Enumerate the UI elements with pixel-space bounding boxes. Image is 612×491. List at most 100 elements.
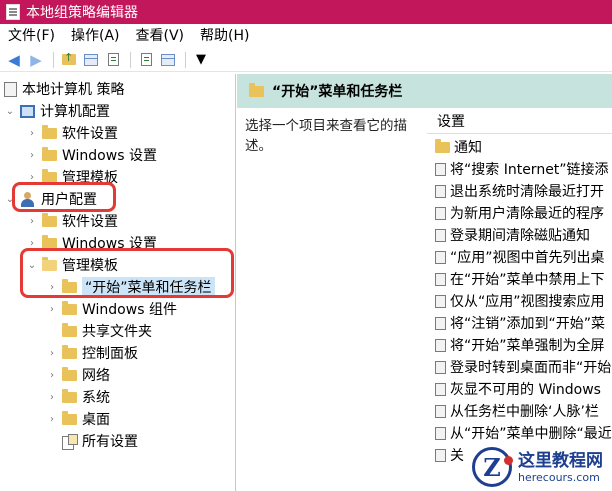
policy-setting-icon [435,382,446,396]
chevron-right-icon[interactable]: › [26,238,38,249]
tree-item-cc-software[interactable]: › 软件设置 [26,122,118,144]
title-bar: 本地组策略编辑器 [0,0,612,24]
policy-setting-icon [435,338,446,352]
tree-item-local-policy[interactable]: 本地计算机 策略 [4,78,124,100]
list-item[interactable]: 从任务栏中删除‘人脉’栏 [435,400,599,422]
chevron-right-icon[interactable]: › [46,370,58,381]
list-item[interactable]: 将“搜索 Internet”链接添 [435,158,609,180]
settings-list: 设置 通知 将“搜索 Internet”链接添 退出系统时清除最近打开 为新用户… [427,108,612,491]
properties-icon[interactable] [158,51,178,69]
list-item[interactable]: 登录时转到桌面而非“开始 [435,356,611,378]
policy-setting-icon [435,404,446,418]
computer-icon [20,104,35,118]
tree-item-cc-windows[interactable]: › Windows 设置 [26,144,157,166]
chevron-right-icon[interactable]: › [46,414,58,425]
chevron-right-icon[interactable]: › [26,150,38,161]
folder-icon [42,146,57,161]
policy-setting-icon [435,228,446,242]
navigation-tree: 本地计算机 策略 ⌄ 计算机配置 › 软件设置 › Windows 设置 › 管… [0,74,236,491]
list-item[interactable]: 通知 [435,136,482,158]
tree-item-all-settings[interactable]: 所有设置 [46,430,138,452]
folder-icon [435,138,450,153]
filter-icon[interactable]: ▼ [191,51,211,69]
policy-setting-icon [435,206,446,220]
tree-item-control-panel[interactable]: › 控制面板 [46,342,138,364]
window-title: 本地组策略编辑器 [26,5,138,21]
chevron-right-icon[interactable]: › [26,172,38,183]
policy-setting-icon [435,294,446,308]
folder-icon [62,322,77,337]
folder-icon [42,212,57,227]
policy-setting-icon [435,184,446,198]
watermark: Z 这里教程网 herecours.com [468,443,612,491]
folder-icon [42,234,57,249]
folder-icon [42,168,57,183]
toolbar-separator [185,51,186,68]
folder-icon [62,410,77,425]
list-item[interactable]: 将“开始”菜单强制为全屏 [435,334,605,356]
chevron-right-icon[interactable]: › [46,348,58,359]
back-arrow-icon[interactable]: ◀ [4,51,24,69]
details-header: “开始”菜单和任务栏 [237,74,612,108]
watermark-logo-icon: Z [472,447,513,487]
list-item[interactable]: 登录期间清除磁贴通知 [435,224,590,246]
chevron-right-icon[interactable]: › [46,392,58,403]
column-header-setting[interactable]: 设置 [427,108,612,134]
menu-view[interactable]: 查看(V) [128,24,193,48]
tree-item-uc-software[interactable]: › 软件设置 [26,210,118,232]
forward-arrow-icon[interactable]: ▶ [26,51,46,69]
chevron-right-icon[interactable]: › [46,304,58,315]
watermark-url: herecours.com [518,470,600,484]
list-item[interactable]: 在“开始”菜单中禁用上下 [435,268,605,290]
tree-item-shared-folders[interactable]: 共享文件夹 [46,320,152,342]
tree-item-desktop[interactable]: › 桌面 [46,408,110,430]
list-item[interactable]: 灰显不可用的 Windows [435,378,601,400]
menu-action[interactable]: 操作(A) [63,24,128,48]
folder-icon [42,124,57,139]
export-list-icon[interactable] [103,51,123,69]
list-item[interactable]: 退出系统时清除最近打开 [435,180,604,202]
chevron-right-icon[interactable]: › [26,216,38,227]
folder-icon [62,366,77,381]
policy-icon [4,81,17,97]
help-icon[interactable] [136,51,156,69]
folder-icon [249,82,264,97]
menu-file[interactable]: 文件(F) [0,24,63,48]
folder-icon [62,344,77,359]
list-item[interactable]: “应用”视图中首先列出桌 [435,246,605,268]
policy-setting-icon [435,272,446,286]
list-item[interactable]: 将“注销”添加到“开始”菜 [435,312,605,334]
list-item[interactable]: 关 [435,444,464,466]
description-text: 选择一个项目来查看它的描述。 [245,118,407,154]
menu-help[interactable]: 帮助(H) [192,24,257,48]
folder-up-icon[interactable] [59,51,79,69]
folder-icon [62,388,77,403]
folder-icon [62,300,77,315]
policy-setting-icon [435,426,446,440]
tree-item-network[interactable]: › 网络 [46,364,110,386]
tree-item-computer-config[interactable]: ⌄ 计算机配置 [4,100,110,122]
description-panel: 选择一个项目来查看它的描述。 [237,108,427,491]
tree-item-system[interactable]: › 系统 [46,386,110,408]
chevron-down-icon[interactable]: ⌄ [4,106,16,117]
show-hide-tree-icon[interactable] [81,51,101,69]
policy-setting-icon [435,162,446,176]
chevron-right-icon[interactable]: › [26,128,38,139]
tree-item-windows-components[interactable]: › Windows 组件 [46,298,177,320]
policy-setting-icon [435,360,446,374]
toolbar-separator [130,51,131,68]
policy-setting-icon [435,316,446,330]
list-item[interactable]: 从“开始”菜单中删除“最近 [435,422,612,444]
watermark-title: 这里教程网 [518,450,603,471]
all-settings-icon [62,433,78,450]
highlight-user-config [12,182,116,212]
list-item[interactable]: 为新用户清除最近的程序 [435,202,604,224]
policy-editor-app-icon [6,4,20,20]
highlight-admin-templates [20,248,234,298]
details-pane: “开始”菜单和任务栏 选择一个项目来查看它的描述。 设置 通知 将“搜索 Int… [237,74,612,491]
toolbar: ◀ ▶ ▼ [0,48,612,72]
policy-setting-icon [435,250,446,264]
list-item[interactable]: 仅从“应用”视图搜索应用 [435,290,605,312]
toolbar-separator [53,51,54,68]
menu-bar: 文件(F) 操作(A) 查看(V) 帮助(H) [0,24,612,48]
